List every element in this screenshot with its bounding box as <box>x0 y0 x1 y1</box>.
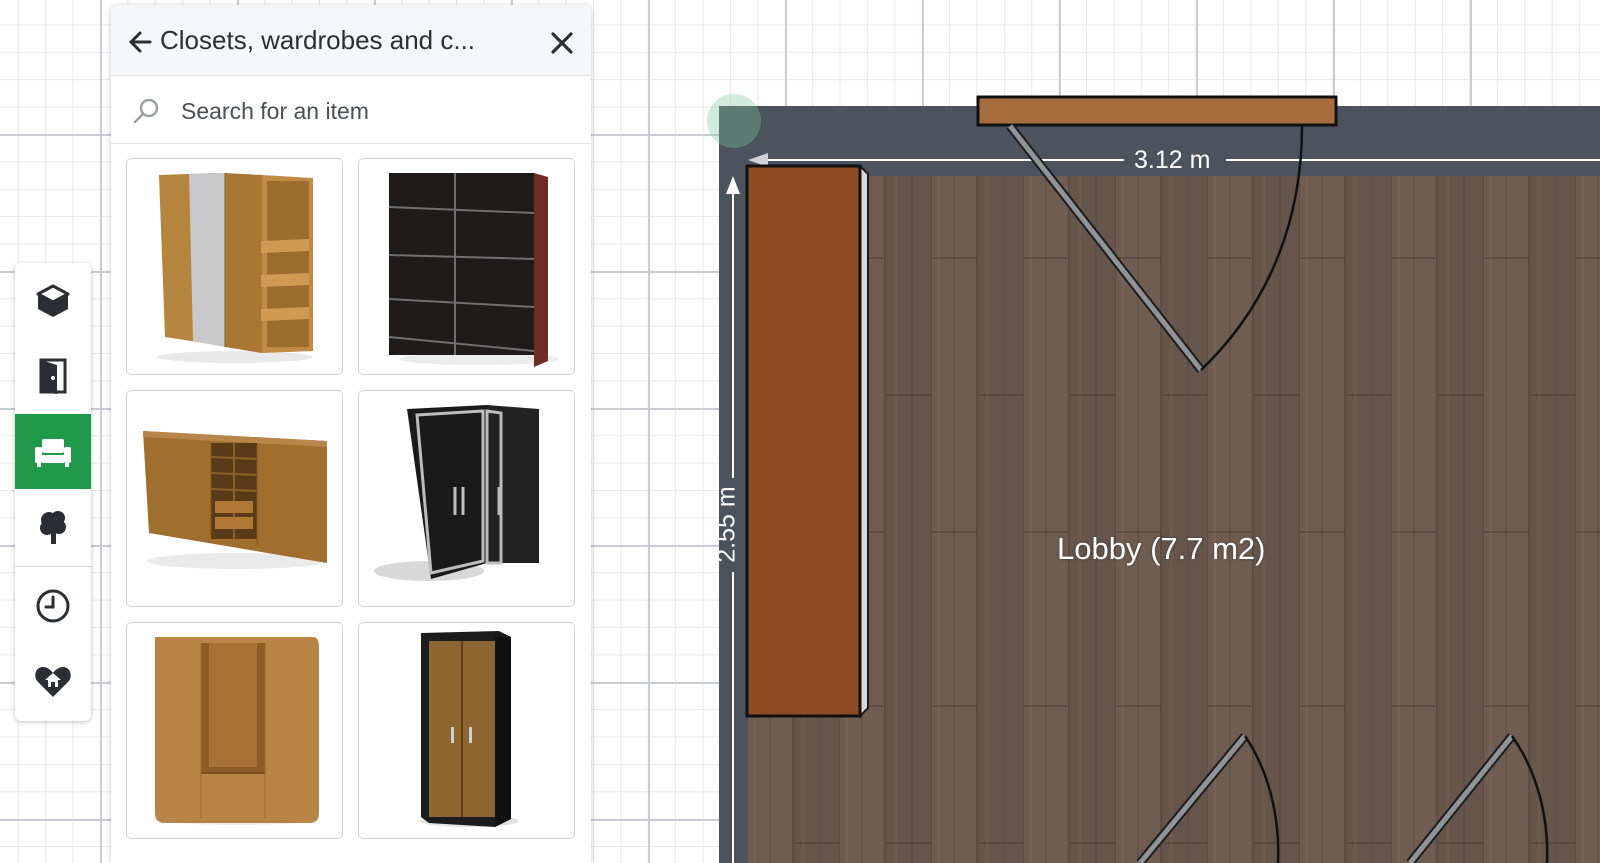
height-dimension-label: 2.55 m <box>712 486 741 563</box>
black-corner-wardrobe <box>374 405 539 581</box>
catalog-item[interactable] <box>126 622 343 839</box>
clock-icon <box>36 589 70 622</box>
closet-object[interactable] <box>745 163 869 719</box>
catalog-item[interactable] <box>126 158 343 375</box>
corner-handle[interactable] <box>707 94 761 148</box>
back-arrow-icon[interactable] <box>127 29 153 55</box>
tool-rail <box>15 263 91 721</box>
rail-button-doors-windows[interactable] <box>15 338 91 413</box>
room-label[interactable]: Lobby (7.7 m2) <box>1057 531 1266 567</box>
rail-button-favorites[interactable] <box>15 643 91 718</box>
low-wide-wardrobe-with-shelves <box>143 431 327 569</box>
heart-home-icon <box>35 666 71 697</box>
search-icon <box>133 98 159 124</box>
wooden-wardrobe-with-open-niche <box>155 637 319 825</box>
panel-title: Closets, wardrobes and c... <box>160 25 476 55</box>
tree-icon <box>40 510 66 544</box>
room-floor[interactable] <box>747 176 1600 863</box>
rail-button-recent[interactable] <box>15 568 91 643</box>
narrow-two-door-wardrobe <box>419 631 519 827</box>
catalog-item[interactable] <box>358 622 575 839</box>
catalog-item[interactable] <box>358 390 575 607</box>
wardrobe-with-mirror-and-shelves <box>157 173 313 363</box>
catalog-item[interactable] <box>358 158 575 375</box>
catalog-item[interactable] <box>126 390 343 607</box>
3d-box-icon <box>36 284 70 317</box>
rail-button-3d-view[interactable] <box>15 263 91 338</box>
catalog-panel: Closets, wardrobes and c... <box>111 5 591 863</box>
rail-button-furniture[interactable] <box>15 414 91 489</box>
sofa-icon <box>35 438 71 467</box>
door-icon <box>39 358 67 394</box>
panel-header: Closets, wardrobes and c... <box>111 5 591 76</box>
close-icon[interactable] <box>548 29 576 57</box>
dark-sliding-door-wardrobe <box>388 173 559 367</box>
rail-separator <box>15 566 91 567</box>
rail-button-outdoor[interactable] <box>15 489 91 564</box>
search-input[interactable] <box>179 92 563 130</box>
width-dimension-label: 3.12 m <box>1134 146 1211 174</box>
search-bar <box>111 76 591 144</box>
